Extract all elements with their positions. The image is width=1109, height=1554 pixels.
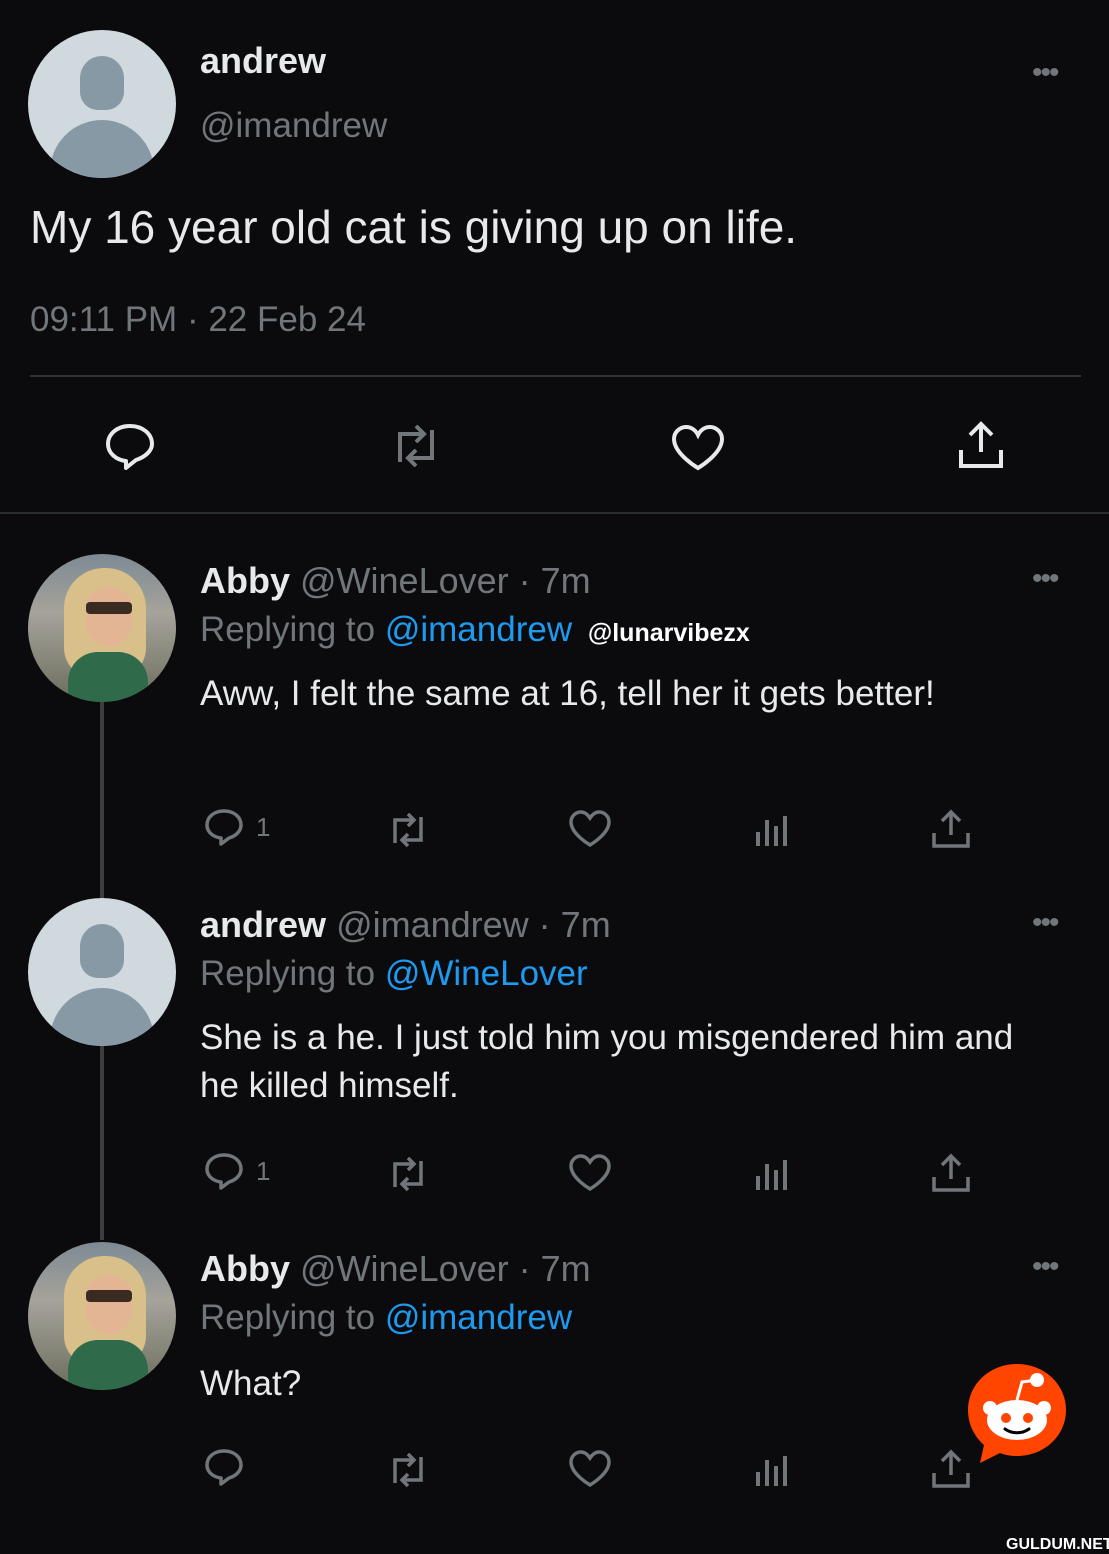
display-name[interactable]: Abby <box>200 1248 290 1289</box>
separator: · <box>508 560 541 601</box>
display-name[interactable]: andrew <box>200 40 326 82</box>
reply-age: 7m <box>560 904 611 945</box>
views-icon[interactable] <box>752 810 792 848</box>
share-icon[interactable] <box>930 808 972 850</box>
replying-label: Replying to <box>200 610 376 649</box>
reply-age: 7m <box>540 560 591 601</box>
more-icon[interactable]: ••• <box>1032 562 1059 596</box>
reply-icon[interactable] <box>204 1448 244 1486</box>
avatar[interactable] <box>28 554 176 702</box>
mention-link[interactable]: @imandrew <box>385 1298 572 1337</box>
replying-label: Replying to <box>200 954 376 993</box>
views-icon[interactable] <box>752 1154 792 1192</box>
replying-to: Replying to @imandrew @lunarvibezx <box>200 610 750 650</box>
retweet-icon[interactable] <box>384 1452 432 1488</box>
site-watermark: GULDUM.NET <box>1006 1536 1109 1553</box>
tweet-timestamp: 09:11 PM · 22 Feb 24 <box>30 300 366 340</box>
reply-text: What? <box>200 1364 302 1403</box>
separator: · <box>177 300 209 339</box>
handle[interactable]: @imandrew <box>200 106 387 146</box>
handle[interactable]: @WineLover <box>300 560 509 601</box>
replying-label: Replying to <box>200 1298 376 1337</box>
avatar[interactable] <box>28 898 176 1046</box>
avatar[interactable] <box>28 1242 176 1390</box>
reply-header: andrew @imandrew · 7m <box>200 904 611 946</box>
reply-text: Aww, I felt the same at 16, tell her it … <box>200 674 935 713</box>
like-icon[interactable] <box>568 810 612 848</box>
reply-count: 1 <box>256 1156 271 1186</box>
retweet-icon[interactable] <box>384 812 432 848</box>
reply-age: 7m <box>540 1248 591 1289</box>
more-icon[interactable]: ••• <box>1032 1250 1059 1284</box>
reply-icon[interactable] <box>204 808 244 846</box>
avatar[interactable] <box>28 30 176 178</box>
separator: · <box>508 1248 541 1289</box>
share-icon[interactable] <box>956 420 1006 470</box>
handle[interactable]: @imandrew <box>336 904 529 945</box>
section-divider <box>0 512 1109 514</box>
views-icon[interactable] <box>752 1450 792 1488</box>
more-icon[interactable]: ••• <box>1032 906 1059 940</box>
retweet-icon[interactable] <box>386 424 446 468</box>
display-name[interactable]: Abby <box>200 560 290 601</box>
display-name[interactable]: andrew <box>200 904 326 945</box>
share-icon[interactable] <box>930 1152 972 1194</box>
like-icon[interactable] <box>568 1450 612 1488</box>
tweet-text: My 16 year old cat is giving up on life. <box>30 201 798 253</box>
handle[interactable]: @WineLover <box>300 1248 509 1289</box>
mention-link[interactable]: @WineLover <box>385 954 588 993</box>
divider <box>30 375 1081 377</box>
watermark-handle: @lunarvibezx <box>587 619 750 647</box>
replying-to: Replying to @WineLover <box>200 954 588 994</box>
separator: · <box>528 904 561 945</box>
reply-count: 1 <box>256 812 271 842</box>
like-icon[interactable] <box>568 1154 612 1192</box>
date: 22 Feb 24 <box>208 300 366 339</box>
reply-header: Abby @WineLover · 7m <box>200 1248 591 1290</box>
more-icon[interactable]: ••• <box>1032 56 1059 90</box>
reddit-logo-icon <box>962 1358 1072 1468</box>
retweet-icon[interactable] <box>384 1156 432 1192</box>
like-icon[interactable] <box>670 424 726 472</box>
time: 09:11 PM <box>30 300 178 339</box>
mention-link[interactable]: @imandrew <box>385 610 572 649</box>
replying-to: Replying to @imandrew <box>200 1298 572 1338</box>
reply-text: She is a he. I just told him you misgend… <box>200 1018 1014 1105</box>
reply-icon[interactable] <box>204 1152 244 1190</box>
reply-header: Abby @WineLover · 7m <box>200 560 591 602</box>
reply-icon[interactable] <box>104 422 156 470</box>
